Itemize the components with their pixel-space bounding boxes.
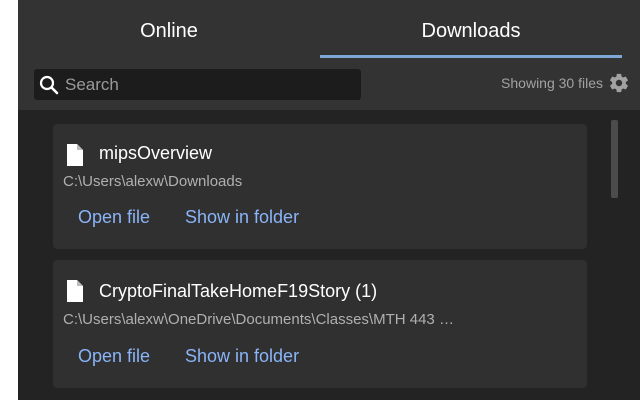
downloads-list: mipsOverview C:\Users\alexw\Downloads Op…	[18, 110, 640, 400]
open-file-link[interactable]: Open file	[78, 207, 150, 228]
file-count-label: Showing 30 files	[501, 75, 603, 91]
search-icon	[39, 75, 59, 95]
show-in-folder-link[interactable]: Show in folder	[185, 207, 299, 228]
downloads-app: Online Downloads Showing 30 files mipsOv…	[18, 0, 640, 400]
tab-downloads[interactable]: Downloads	[320, 0, 622, 58]
download-item: mipsOverview C:\Users\alexw\Downloads Op…	[53, 124, 587, 249]
open-file-link[interactable]: Open file	[78, 346, 150, 367]
file-icon	[67, 144, 83, 166]
file-path: C:\Users\alexw\Downloads	[63, 173, 243, 190]
file-name: mipsOverview	[99, 143, 213, 163]
file-path: C:\Users\alexw\OneDrive\Documents\Classe…	[63, 311, 454, 328]
gear-icon[interactable]	[608, 72, 630, 94]
download-item: CryptoFinalTakeHomeF19Story (1) C:\Users…	[53, 260, 587, 388]
file-icon	[67, 280, 83, 302]
search-input[interactable]	[65, 69, 355, 100]
tab-online[interactable]: Online	[18, 0, 320, 58]
search-box[interactable]	[34, 69, 361, 100]
file-name: CryptoFinalTakeHomeF19Story (1)	[99, 281, 378, 301]
toolbar: Showing 30 files	[18, 58, 640, 110]
show-in-folder-link[interactable]: Show in folder	[185, 346, 299, 367]
scrollbar-thumb[interactable]	[611, 120, 618, 198]
tab-bar: Online Downloads	[18, 0, 640, 58]
